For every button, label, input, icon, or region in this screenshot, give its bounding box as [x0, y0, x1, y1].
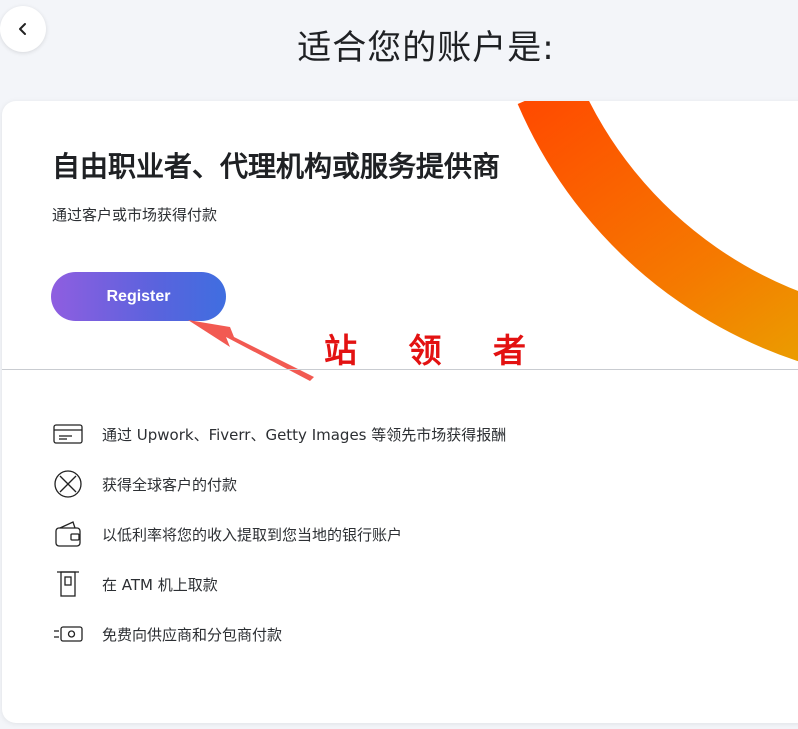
feature-label: 以低利率将您的收入提取到您当地的银行账户 [102, 525, 403, 544]
feature-item: 获得全球客户的付款 [52, 469, 237, 499]
feature-item: 通过 Upwork、Fiverr、Getty Images 等领先市场获得报酬 [52, 419, 506, 449]
feature-label: 通过 Upwork、Fiverr、Getty Images 等领先市场获得报酬 [102, 425, 507, 444]
atm-icon [52, 569, 84, 599]
feature-label: 在 ATM 机上取款 [102, 575, 218, 594]
page-title: 适合您的账户是: [297, 27, 555, 68]
register-button[interactable]: Register [51, 272, 226, 321]
globe-icon [52, 469, 84, 499]
feature-label: 获得全球客户的付款 [102, 475, 238, 494]
account-type-card: 自由职业者、代理机构或服务提供商 通过客户或市场获得付款 Register 站 … [2, 101, 798, 723]
feature-label: 免费向供应商和分包商付款 [102, 625, 283, 644]
card-title: 自由职业者、代理机构或服务提供商 [52, 150, 501, 183]
feature-item: 免费向供应商和分包商付款 [52, 619, 282, 649]
feature-item: 以低利率将您的收入提取到您当地的银行账户 [52, 519, 402, 549]
feature-item: 在 ATM 机上取款 [52, 569, 218, 599]
card-icon [52, 419, 84, 449]
cash-icon [52, 619, 84, 649]
card-subtitle: 通过客户或市场获得付款 [52, 206, 218, 224]
wallet-icon [52, 519, 84, 549]
divider [2, 369, 798, 370]
